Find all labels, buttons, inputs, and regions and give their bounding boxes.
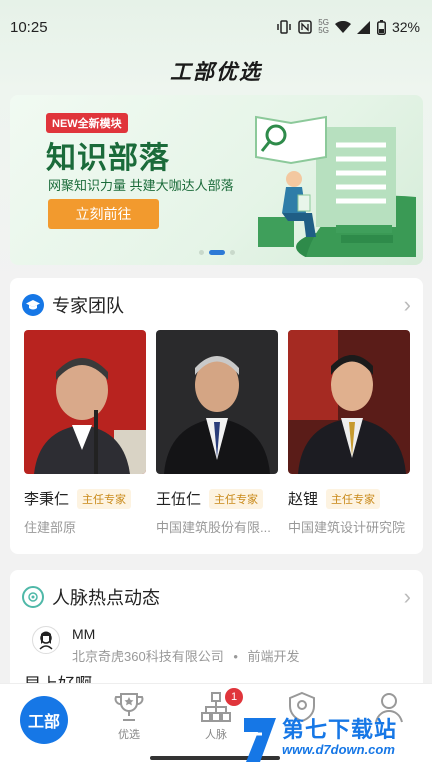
tab-home[interactable]: 工部 (20, 696, 68, 744)
expert-badge: 主任专家 (326, 488, 381, 509)
status-time: 10:25 (10, 18, 48, 36)
graduation-cap-icon (22, 294, 44, 316)
pager-dot (198, 250, 204, 255)
expert-item[interactable]: 王伍仁 主任专家 中国建筑股份有限... (156, 330, 278, 536)
tab-featured-label: 优选 (118, 729, 140, 741)
author-company: 北京奇虎360科技有限公司 (72, 649, 224, 664)
expert-name: 王伍仁 (156, 491, 202, 508)
expert-org: 住建部原 (24, 520, 77, 535)
expert-team-header[interactable]: 专家团队 › (22, 292, 411, 318)
feed-author[interactable]: MM 北京奇虎360科技有限公司 • 前端开发 (32, 626, 300, 665)
status-bar: 10:25 5G 5G 32% (0, 0, 432, 54)
chevron-right-icon[interactable]: › (404, 292, 411, 318)
battery-level: 32% (391, 19, 420, 35)
knowledge-banner[interactable]: NEW全新模块 知识部落 网聚知识力量 共建大咖达人部落 立刻前往 (10, 95, 423, 265)
author-name: MM (72, 626, 96, 642)
expert-photo (288, 330, 410, 474)
banner-title: 知识部落 (46, 142, 170, 175)
chevron-right-icon[interactable]: › (404, 584, 411, 610)
wifi-icon (334, 20, 351, 34)
watermark-logo (244, 718, 276, 762)
trophy-icon (114, 693, 144, 721)
signal-5g-icon: 5G 5G (318, 18, 329, 35)
pager-dot-active (208, 250, 225, 255)
cellular-signal-icon (356, 20, 371, 34)
expert-org: 中国建筑设计研究院 (288, 520, 406, 535)
vibrate-icon (276, 20, 292, 34)
site-watermark: 第七下载站 www.d7down.com (240, 712, 430, 768)
tab-network-label: 人脉 (205, 729, 227, 741)
go-now-button[interactable]: 立刻前往 (48, 199, 159, 229)
expert-photo (24, 330, 146, 474)
status-icons: 5G 5G 32% (276, 19, 420, 35)
expert-team-card: 专家团队 › 李秉仁 主任专家 住建部原 王伍仁 主任专家 中国建筑股份有限..… (10, 278, 423, 554)
expert-item[interactable]: 李秉仁 主任专家 住建部原 (24, 330, 146, 536)
expert-team-title: 专家团队 (52, 296, 124, 316)
network-feed-title: 人脉热点动态 (52, 588, 160, 608)
avatar[interactable] (32, 626, 60, 654)
tab-featured[interactable]: 优选 (86, 690, 172, 742)
banner-subtitle: 网聚知识力量 共建大咖达人部落 (48, 178, 234, 193)
reading-illustration (255, 115, 416, 257)
nfc-icon (298, 20, 313, 34)
expert-photo (156, 330, 278, 474)
page-title: 工部优选 (170, 61, 262, 84)
expert-badge: 主任专家 (77, 488, 132, 509)
banner-pager (10, 250, 423, 255)
author-detail: 北京奇虎360科技有限公司 • 前端开发 (72, 646, 300, 665)
expert-name: 赵锂 (288, 491, 319, 508)
expert-name: 李秉仁 (24, 491, 70, 508)
pager-dot (229, 250, 235, 255)
network-feed-header[interactable]: 人脉热点动态 › (22, 584, 411, 610)
notification-badge: 1 (225, 688, 243, 706)
watermark-url: www.d7down.com (282, 742, 395, 757)
expert-org: 中国建筑股份有限... (156, 520, 271, 535)
new-tag: NEW全新模块 (46, 113, 128, 133)
author-role: 前端开发 (247, 649, 300, 664)
watermark-title: 第七下载站 (282, 717, 398, 742)
expert-badge: 主任专家 (209, 488, 264, 509)
detail-separator: • (233, 649, 238, 664)
target-icon (22, 586, 44, 608)
expert-item[interactable]: 赵锂 主任专家 中国建筑设计研究院 (288, 330, 410, 536)
battery-icon (376, 19, 386, 35)
